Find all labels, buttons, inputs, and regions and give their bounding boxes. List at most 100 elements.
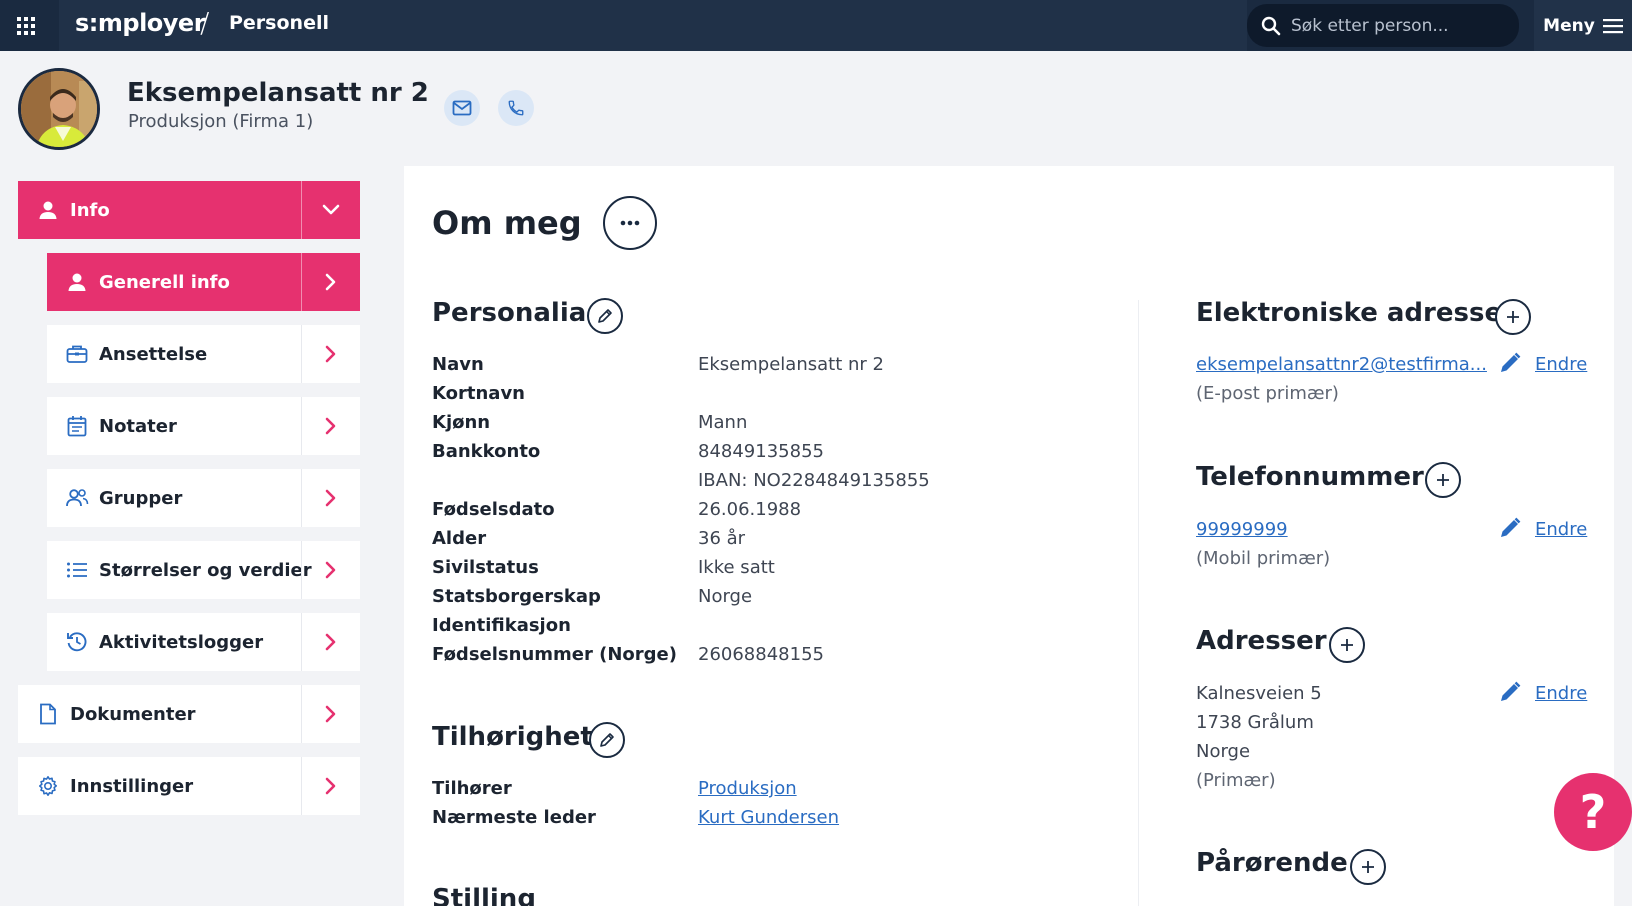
add-next-of-kin-button[interactable] bbox=[1350, 849, 1386, 885]
divider bbox=[301, 397, 302, 455]
sidebar-item-storrelser[interactable]: Størrelser og verdier bbox=[47, 541, 360, 599]
plus-icon bbox=[1507, 311, 1519, 323]
chevron-right-icon bbox=[320, 559, 342, 581]
calendar-icon bbox=[65, 414, 89, 438]
divider bbox=[301, 181, 302, 239]
plus-icon bbox=[1437, 474, 1449, 486]
sidebar-item-notater[interactable]: Notater bbox=[47, 397, 360, 455]
app-launcher-button[interactable] bbox=[0, 0, 51, 51]
employee-department: Produksjon (Firma 1) bbox=[128, 111, 314, 132]
edit-personalia-button[interactable] bbox=[587, 298, 623, 334]
list-icon bbox=[65, 558, 89, 582]
sidebar-item-innstillinger[interactable]: Innstillinger bbox=[18, 757, 360, 815]
sidebar-item-label: Innstillinger bbox=[70, 775, 194, 797]
top-bar: s:mployer / Personell Meny bbox=[0, 0, 1632, 51]
sidebar-item-label: Notater bbox=[99, 415, 177, 437]
pencil-icon[interactable] bbox=[1498, 516, 1522, 540]
sidebar-item-label: Info bbox=[70, 199, 110, 221]
section-title-adresser: Adresser bbox=[1196, 626, 1327, 656]
field-label-tilhorer: Tilhører bbox=[432, 778, 512, 799]
field-value-bankkonto: 84849135855 bbox=[698, 441, 824, 462]
sidebar-item-label: Grupper bbox=[99, 487, 183, 509]
sidebar-item-aktivitetslogger[interactable]: Aktivitetslogger bbox=[47, 613, 360, 671]
phone-note: (Mobil primær) bbox=[1196, 548, 1331, 569]
field-label-fodselsnummer: Fødselsnummer (Norge) bbox=[432, 644, 677, 665]
search-icon bbox=[1261, 16, 1281, 36]
history-icon bbox=[65, 630, 89, 654]
employee-name: Eksempelansatt nr 2 bbox=[127, 78, 429, 108]
more-icon bbox=[620, 220, 640, 226]
sidebar-item-generell-info[interactable]: Generell info bbox=[47, 253, 360, 311]
question-icon: ? bbox=[1579, 785, 1607, 839]
chevron-right-icon bbox=[320, 631, 342, 653]
mail-icon bbox=[452, 100, 472, 116]
grid-icon bbox=[16, 16, 35, 35]
brand-area: s:mployer / Personell bbox=[59, 0, 1247, 51]
field-value-sivilstatus: Ikke satt bbox=[698, 557, 775, 578]
email-button[interactable] bbox=[444, 90, 480, 126]
pencil-icon bbox=[600, 733, 614, 747]
column-divider bbox=[1138, 300, 1139, 906]
pencil-icon[interactable] bbox=[1498, 351, 1522, 375]
module-title[interactable]: Personell bbox=[229, 12, 329, 34]
divider bbox=[301, 541, 302, 599]
add-phone-button[interactable] bbox=[1425, 462, 1461, 498]
phone-icon bbox=[508, 100, 524, 116]
section-title-tilhorighet: Tilhørighet bbox=[432, 722, 593, 752]
field-label-bankkonto: Bankkonto bbox=[432, 441, 541, 462]
sidebar-item-dokumenter[interactable]: Dokumenter bbox=[18, 685, 360, 743]
section-title-telefonnummer: Telefonnummer bbox=[1196, 462, 1424, 492]
edit-phone-link[interactable]: Endre bbox=[1535, 519, 1587, 540]
field-label-narmeste-leder: Nærmeste leder bbox=[432, 807, 596, 828]
search-box[interactable] bbox=[1247, 4, 1519, 47]
field-label-navn: Navn bbox=[432, 354, 484, 375]
more-options-button[interactable] bbox=[603, 196, 657, 250]
sidebar-item-info[interactable]: Info bbox=[18, 181, 360, 239]
add-address-button[interactable] bbox=[1329, 627, 1365, 663]
sidebar-item-ansettelse[interactable]: Ansettelse bbox=[47, 325, 360, 383]
edit-address-link[interactable]: Endre bbox=[1535, 683, 1587, 704]
chevron-right-icon bbox=[320, 271, 342, 293]
chevron-right-icon bbox=[320, 775, 342, 797]
email-link[interactable]: eksempelansattnr2@testfirma... bbox=[1196, 354, 1487, 375]
divider bbox=[301, 613, 302, 671]
field-label-kjonn: Kjønn bbox=[432, 412, 491, 433]
sidebar-item-grupper[interactable]: Grupper bbox=[47, 469, 360, 527]
help-button[interactable]: ? bbox=[1554, 773, 1632, 851]
chevron-right-icon bbox=[320, 343, 342, 365]
chevron-down-icon[interactable] bbox=[320, 199, 342, 221]
edit-email-link[interactable]: Endre bbox=[1535, 354, 1587, 375]
divider bbox=[301, 325, 302, 383]
edit-tilhorighet-button[interactable] bbox=[589, 722, 625, 758]
sidebar-item-label: Aktivitetslogger bbox=[99, 631, 264, 653]
add-electronic-address-button[interactable] bbox=[1495, 299, 1531, 335]
section-title-personalia: Personalia bbox=[432, 298, 587, 328]
simployer-logo[interactable]: s:mployer bbox=[75, 9, 206, 37]
menu-button[interactable]: Meny bbox=[1534, 0, 1632, 51]
divider bbox=[301, 757, 302, 815]
page-title: Om meg bbox=[432, 204, 582, 242]
person-search-input[interactable] bbox=[1291, 4, 1511, 47]
section-title-stilling: Stilling bbox=[432, 884, 536, 906]
field-value-iban: IBAN: NO2284849135855 bbox=[698, 470, 930, 491]
pencil-icon[interactable] bbox=[1498, 680, 1522, 704]
address-line: 1738 Grålum bbox=[1196, 712, 1314, 733]
phone-number-link[interactable]: 99999999 bbox=[1196, 519, 1288, 540]
field-label-identifikasjon: Identifikasjon bbox=[432, 615, 571, 636]
hamburger-icon bbox=[1602, 18, 1623, 33]
section-title-parorende: Pårørende bbox=[1196, 848, 1348, 878]
link-manager[interactable]: Kurt Gundersen bbox=[698, 807, 839, 828]
divider bbox=[301, 685, 302, 743]
field-label-fodselsdato: Fødselsdato bbox=[432, 499, 555, 520]
sidebar-item-label: Ansettelse bbox=[99, 343, 208, 365]
link-department[interactable]: Produksjon bbox=[698, 778, 797, 799]
field-label-sivilstatus: Sivilstatus bbox=[432, 557, 539, 578]
person-icon bbox=[36, 198, 60, 222]
phone-button[interactable] bbox=[498, 90, 534, 126]
divider bbox=[301, 253, 302, 311]
section-title-elektroniske-adresser: Elektroniske adresser bbox=[1196, 298, 1515, 328]
address-line: Kalnesveien 5 bbox=[1196, 683, 1322, 704]
document-icon bbox=[36, 702, 60, 726]
group-icon bbox=[65, 486, 89, 510]
field-value-navn: Eksempelansatt nr 2 bbox=[698, 354, 884, 375]
